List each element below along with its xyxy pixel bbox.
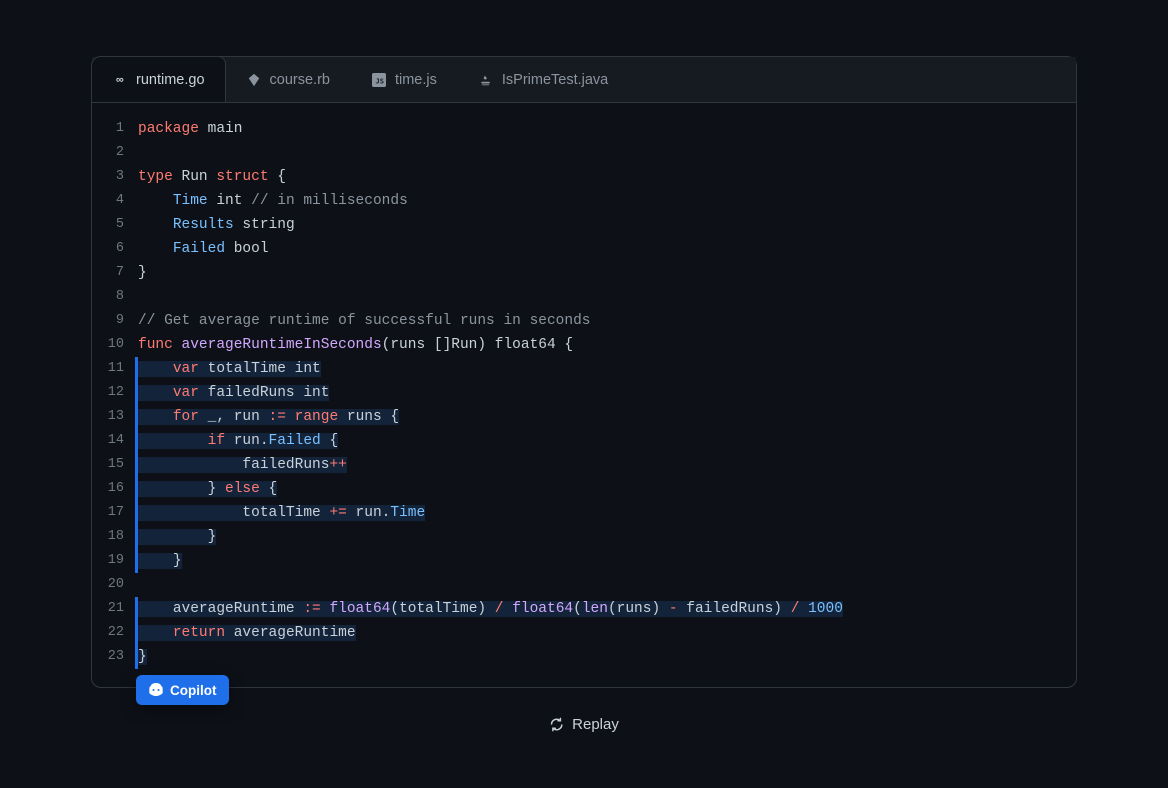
tabs-bar: ∞ runtime.go course.rb JS time.js IsPrimeTest… bbox=[92, 57, 1076, 103]
line-number: 7 bbox=[92, 261, 138, 285]
code-line: 4 Time int // in milliseconds bbox=[92, 189, 1076, 213]
tab-label: time.js bbox=[395, 72, 437, 88]
code-line: 19 } bbox=[92, 549, 1076, 573]
code-line: 23} bbox=[92, 645, 1076, 669]
code-area: 1package main23type Run struct {4 Time i… bbox=[92, 103, 1076, 687]
code-content[interactable]: } bbox=[138, 261, 1076, 285]
code-line: 13 for _, run := range runs { bbox=[92, 405, 1076, 429]
replay-label: Replay bbox=[572, 716, 619, 733]
code-line: 1package main bbox=[92, 117, 1076, 141]
js-icon: JS bbox=[371, 72, 387, 88]
line-number: 13 bbox=[92, 405, 138, 429]
code-line: 18 } bbox=[92, 525, 1076, 549]
line-number: 4 bbox=[92, 189, 138, 213]
code-line: 12 var failedRuns int bbox=[92, 381, 1076, 405]
line-number: 8 bbox=[92, 285, 138, 309]
copilot-badge[interactable]: Copilot bbox=[136, 675, 229, 705]
line-number: 18 bbox=[92, 525, 138, 549]
tab-label: runtime.go bbox=[136, 72, 205, 88]
code-content[interactable]: } bbox=[138, 525, 1076, 549]
tab-label: course.rb bbox=[270, 72, 330, 88]
line-number: 6 bbox=[92, 237, 138, 261]
code-content[interactable]: type Run struct { bbox=[138, 165, 1076, 189]
line-number: 21 bbox=[92, 597, 138, 621]
line-number: 9 bbox=[92, 309, 138, 333]
line-number: 5 bbox=[92, 213, 138, 237]
code-line: 16 } else { bbox=[92, 477, 1076, 501]
code-line: 2 bbox=[92, 141, 1076, 165]
code-line: 8 bbox=[92, 285, 1076, 309]
code-content[interactable]: for _, run := range runs { bbox=[138, 405, 1076, 429]
code-content[interactable]: var totalTime int bbox=[138, 357, 1076, 381]
code-line: 3type Run struct { bbox=[92, 165, 1076, 189]
code-content[interactable]: Failed bool bbox=[138, 237, 1076, 261]
code-line: 15 failedRuns++ bbox=[92, 453, 1076, 477]
line-number: 11 bbox=[92, 357, 138, 381]
code-content[interactable]: } else { bbox=[138, 477, 1076, 501]
tab-time-js[interactable]: JS time.js bbox=[351, 57, 458, 102]
line-number: 10 bbox=[92, 333, 138, 357]
code-content[interactable]: failedRuns++ bbox=[138, 453, 1076, 477]
tab-IsPrimeTest-java[interactable]: IsPrimeTest.java bbox=[458, 57, 629, 102]
line-number: 20 bbox=[92, 573, 138, 597]
code-content[interactable]: package main bbox=[138, 117, 1076, 141]
code-content[interactable]: Results string bbox=[138, 213, 1076, 237]
line-number: 14 bbox=[92, 429, 138, 453]
go-icon: ∞ bbox=[112, 72, 128, 88]
code-content[interactable]: Time int // in milliseconds bbox=[138, 189, 1076, 213]
code-line: 21 averageRuntime := float64(totalTime) … bbox=[92, 597, 1076, 621]
line-number: 19 bbox=[92, 549, 138, 573]
code-content[interactable]: // Get average runtime of successful run… bbox=[138, 309, 1076, 333]
code-content[interactable]: totalTime += run.Time bbox=[138, 501, 1076, 525]
copilot-label: Copilot bbox=[170, 683, 217, 698]
java-icon bbox=[478, 72, 494, 88]
svg-text:JS: JS bbox=[375, 77, 383, 85]
line-number: 15 bbox=[92, 453, 138, 477]
code-content[interactable]: return averageRuntime bbox=[138, 621, 1076, 645]
line-number: 17 bbox=[92, 501, 138, 525]
code-content[interactable]: averageRuntime := float64(totalTime) / f… bbox=[138, 597, 1076, 621]
code-line: 11 var totalTime int bbox=[92, 357, 1076, 381]
ruby-icon bbox=[246, 72, 262, 88]
code-line: 20 bbox=[92, 573, 1076, 597]
code-content[interactable]: } bbox=[138, 645, 1076, 669]
code-line: 9// Get average runtime of successful ru… bbox=[92, 309, 1076, 333]
code-content[interactable]: } bbox=[138, 549, 1076, 573]
code-content[interactable]: func averageRuntimeInSeconds(runs []Run)… bbox=[138, 333, 1076, 357]
code-line: 17 totalTime += run.Time bbox=[92, 501, 1076, 525]
code-content[interactable]: var failedRuns int bbox=[138, 381, 1076, 405]
line-number: 22 bbox=[92, 621, 138, 645]
tab-runtime-go[interactable]: ∞ runtime.go bbox=[91, 56, 226, 102]
line-number: 3 bbox=[92, 165, 138, 189]
code-line: 10func averageRuntimeInSeconds(runs []Ru… bbox=[92, 333, 1076, 357]
replay-button[interactable]: Replay bbox=[549, 716, 619, 733]
code-content[interactable]: if run.Failed { bbox=[138, 429, 1076, 453]
tab-label: IsPrimeTest.java bbox=[502, 72, 608, 88]
line-number: 2 bbox=[92, 141, 138, 165]
code-line: 22 return averageRuntime bbox=[92, 621, 1076, 645]
editor-window: ∞ runtime.go course.rb JS time.js IsPrimeTest… bbox=[91, 56, 1077, 688]
replay-icon bbox=[549, 717, 564, 732]
line-number: 12 bbox=[92, 381, 138, 405]
line-number: 1 bbox=[92, 117, 138, 141]
code-line: 7} bbox=[92, 261, 1076, 285]
line-number: 23 bbox=[92, 645, 138, 669]
line-number: 16 bbox=[92, 477, 138, 501]
copilot-icon bbox=[148, 682, 164, 698]
code-line: 5 Results string bbox=[92, 213, 1076, 237]
code-line: 14 if run.Failed { bbox=[92, 429, 1076, 453]
tab-course-rb[interactable]: course.rb bbox=[226, 57, 351, 102]
code-line: 6 Failed bool bbox=[92, 237, 1076, 261]
